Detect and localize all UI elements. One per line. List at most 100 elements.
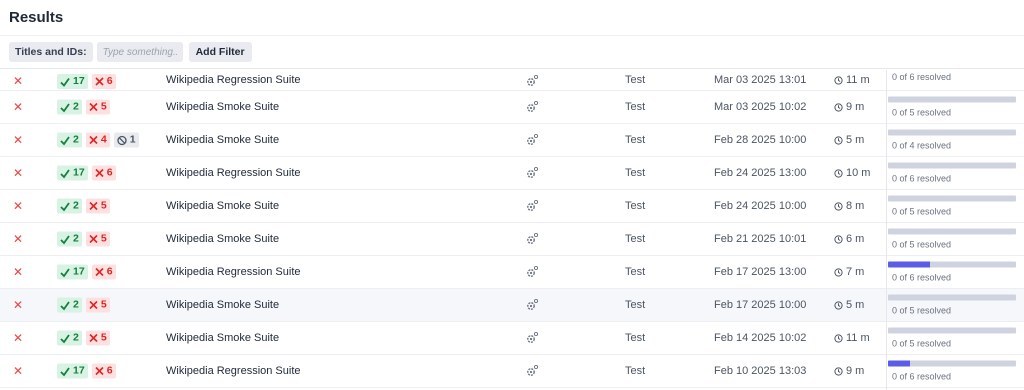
environment: Test (625, 332, 646, 344)
test-counts: 2 5 (57, 231, 110, 247)
run-date: Feb 14 2025 10:02 (714, 332, 807, 344)
environment: Test (625, 74, 646, 86)
add-filter-button[interactable]: Add Filter (188, 42, 252, 62)
progress-fill (888, 261, 931, 268)
cross-icon (89, 201, 98, 211)
filter-field-label[interactable]: Titles and IDs: (9, 42, 93, 62)
duration: 7 m (834, 266, 864, 278)
failed-status-icon: ✕ (13, 133, 24, 147)
resolution-progress: 0 of 6 resolved (888, 261, 1016, 283)
automation-gear-icon (527, 199, 539, 211)
suite-name-link[interactable]: Wikipedia Smoke Suite (166, 299, 279, 311)
failed-badge: 6 (91, 165, 116, 181)
suite-name-link[interactable]: Wikipedia Smoke Suite (166, 332, 279, 344)
progress-bar (888, 96, 1016, 103)
duration: 10 m (834, 167, 870, 179)
duration-value: 7 m (846, 266, 865, 278)
table-row[interactable]: ✕ 17 6 Wikipedia Regression Suite Test M… (0, 69, 1024, 91)
run-date: Feb 17 2025 10:00 (714, 299, 807, 311)
duration-value: 11 m (846, 332, 870, 344)
suite-name-link[interactable]: Wikipedia Regression Suite (166, 74, 301, 86)
clock-icon (834, 300, 843, 310)
duration: 11 m (834, 332, 870, 344)
clock-icon (834, 102, 843, 112)
cross-icon (95, 168, 104, 178)
failed-status-icon: ✕ (13, 331, 24, 345)
passed-badge: 2 (57, 132, 82, 148)
suite-name-link[interactable]: Wikipedia Smoke Suite (166, 233, 279, 245)
failed-status-icon: ✕ (13, 74, 24, 88)
test-counts: 2 5 (57, 198, 110, 214)
automation-gear-icon (527, 232, 539, 244)
test-counts: 2 5 (57, 297, 110, 313)
passed-badge: 17 (57, 74, 88, 89)
duration: 8 m (834, 200, 864, 212)
filter-search-input[interactable] (96, 42, 183, 62)
table-row[interactable]: ✕ 2 5 Wikipedia Smoke Suite Test Mar 03 … (0, 91, 1024, 124)
automation-gear-icon (527, 166, 539, 178)
suite-name-link[interactable]: Wikipedia Regression Suite (166, 365, 301, 377)
check-icon (60, 201, 70, 211)
table-row[interactable]: ✕ 17 6 Wikipedia Regression Suite Test F… (0, 355, 1024, 388)
failed-badge: 4 (85, 132, 110, 148)
failed-badge: 6 (91, 363, 116, 379)
suite-name-link[interactable]: Wikipedia Smoke Suite (166, 134, 279, 146)
passed-badge: 2 (57, 99, 82, 115)
duration-value: 5 m (846, 299, 865, 311)
passed-count: 2 (73, 133, 79, 146)
resolved-text: 0 of 6 resolved (892, 72, 952, 82)
table-row[interactable]: ✕ 2 5 Wikipedia Smoke Suite Test Feb 24 … (0, 190, 1024, 223)
run-date: Feb 24 2025 13:00 (714, 167, 807, 179)
filter-bar: Titles and IDs: Add Filter (0, 36, 1024, 69)
table-row[interactable]: ✕ 17 6 Wikipedia Regression Suite Test F… (0, 157, 1024, 190)
passed-count: 17 (73, 265, 85, 278)
table-row[interactable]: ✕ 2 5 Wikipedia Smoke Suite Test Feb 21 … (0, 223, 1024, 256)
resolution-progress: 0 of 6 resolved (888, 72, 1016, 82)
passed-count: 2 (73, 100, 79, 113)
progress-bar (888, 261, 1016, 268)
clock-icon (834, 201, 843, 211)
suite-name-link[interactable]: Wikipedia Regression Suite (166, 266, 301, 278)
duration: 11 m (834, 74, 870, 86)
skipped-badge: 1 (113, 132, 139, 148)
duration: 9 m (834, 365, 864, 377)
check-icon (60, 333, 70, 343)
progress-bar (888, 294, 1016, 301)
resolved-text: 0 of 5 resolved (892, 305, 952, 316)
table-row[interactable]: ✕ 2 5 Wikipedia Smoke Suite Test Feb 14 … (0, 322, 1024, 355)
failed-status-icon: ✕ (13, 298, 24, 312)
automation-gear-icon (527, 298, 539, 310)
failed-badge: 5 (85, 198, 110, 214)
suite-name-link[interactable]: Wikipedia Smoke Suite (166, 101, 279, 113)
test-counts: 2 4 1 (57, 132, 139, 148)
check-icon (60, 267, 70, 277)
test-counts: 2 5 (57, 99, 110, 115)
failed-count: 6 (106, 364, 113, 377)
table-row[interactable]: ✕ 2 5 Wikipedia Smoke Suite Test Feb 17 … (0, 289, 1024, 322)
clock-icon (834, 267, 843, 277)
suite-name-link[interactable]: Wikipedia Regression Suite (166, 167, 301, 179)
table-row[interactable]: ✕ 17 6 Wikipedia Regression Suite Test F… (0, 256, 1024, 289)
passed-count: 17 (73, 166, 85, 179)
duration-value: 5 m (846, 134, 865, 146)
duration: 9 m (834, 101, 864, 113)
page-title: Results (9, 9, 64, 26)
suite-name-link[interactable]: Wikipedia Smoke Suite (166, 200, 279, 212)
automation-gear-icon (527, 133, 539, 145)
resolution-progress: 0 of 6 resolved (888, 162, 1016, 184)
test-counts: 17 6 (57, 363, 116, 379)
run-date: Feb 28 2025 10:00 (714, 134, 807, 146)
cross-icon (95, 366, 104, 376)
cross-icon (95, 267, 104, 277)
environment: Test (625, 266, 646, 278)
passed-count: 17 (73, 75, 85, 87)
failed-count: 4 (100, 133, 107, 146)
duration-value: 11 m (846, 74, 870, 86)
table-row[interactable]: ✕ 2 4 1 Wikipedia Smoke Suite Test Feb 2… (0, 124, 1024, 157)
environment: Test (625, 233, 646, 245)
failed-badge: 6 (91, 74, 116, 89)
test-counts: 17 6 (57, 165, 116, 181)
automation-gear-icon (527, 74, 539, 86)
duration-value: 6 m (846, 233, 865, 245)
progress-bar (888, 360, 1016, 367)
